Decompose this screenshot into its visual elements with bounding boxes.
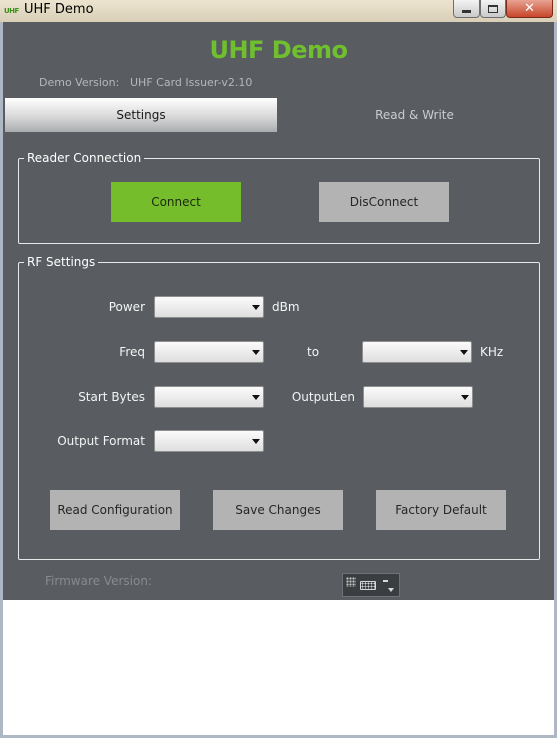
maximize-icon bbox=[488, 4, 498, 13]
firmware-version-label: Firmware Version: bbox=[45, 574, 152, 588]
app-icon: UHF bbox=[4, 7, 19, 15]
chevron-down-icon bbox=[388, 588, 394, 592]
minimize-icon bbox=[383, 580, 388, 582]
connect-button[interactable]: Connect bbox=[111, 182, 241, 222]
window-titlebar[interactable]: UHF UHF Demo ✕ bbox=[0, 0, 557, 22]
chevron-down-icon bbox=[252, 395, 260, 400]
tab-read-write[interactable]: Read & Write bbox=[277, 98, 552, 132]
rf-settings-legend: RF Settings bbox=[24, 254, 99, 270]
reader-connection-group: Reader Connection Connect DisConnect bbox=[18, 150, 540, 244]
chevron-down-icon bbox=[252, 350, 260, 355]
output-log-area[interactable] bbox=[3, 600, 554, 735]
freq-label: Freq bbox=[119, 345, 145, 359]
power-label: Power bbox=[108, 300, 145, 314]
freq-start-select[interactable] bbox=[154, 341, 264, 363]
window-title: UHF Demo bbox=[24, 2, 94, 17]
app-title: UHF Demo bbox=[209, 36, 348, 64]
start-bytes-label: Start Bytes bbox=[78, 390, 145, 404]
input-method-widget[interactable] bbox=[342, 573, 400, 597]
demo-version-label: Demo Version: bbox=[39, 76, 120, 89]
read-configuration-button[interactable]: Read Configuration bbox=[50, 490, 180, 530]
grip-icon bbox=[346, 577, 356, 587]
chevron-down-icon bbox=[460, 350, 468, 355]
power-select[interactable] bbox=[154, 296, 264, 318]
reader-connection-legend: Reader Connection bbox=[24, 150, 145, 166]
demo-version-value: UHF Card Issuer-v2.10 bbox=[130, 76, 253, 89]
output-format-select[interactable] bbox=[154, 430, 264, 452]
rf-settings-group: RF Settings Power dBm Freq to KHz Start … bbox=[18, 254, 540, 560]
output-len-label: OutputLen bbox=[291, 390, 355, 404]
save-changes-button[interactable]: Save Changes bbox=[213, 490, 343, 530]
keyboard-icon bbox=[360, 581, 376, 590]
power-unit: dBm bbox=[272, 300, 300, 314]
output-len-select[interactable] bbox=[363, 386, 473, 408]
minimize-icon bbox=[462, 10, 471, 13]
app-client-area: UHF Demo Demo Version: UHF Card Issuer-v… bbox=[3, 22, 554, 735]
output-format-label: Output Format bbox=[57, 434, 145, 448]
factory-default-button[interactable]: Factory Default bbox=[376, 490, 506, 530]
chevron-down-icon bbox=[461, 395, 469, 400]
tab-settings[interactable]: Settings bbox=[5, 98, 277, 132]
close-button[interactable]: ✕ bbox=[506, 0, 553, 18]
disconnect-button[interactable]: DisConnect bbox=[319, 182, 449, 222]
minimize-button[interactable] bbox=[453, 0, 480, 18]
start-bytes-select[interactable] bbox=[154, 386, 264, 408]
freq-to-label: to bbox=[307, 345, 320, 359]
close-icon: ✕ bbox=[524, 1, 535, 16]
freq-unit: KHz bbox=[480, 345, 504, 359]
maximize-button[interactable] bbox=[480, 0, 506, 18]
chevron-down-icon bbox=[252, 305, 260, 310]
chevron-down-icon bbox=[252, 439, 260, 444]
freq-end-select[interactable] bbox=[362, 341, 472, 363]
